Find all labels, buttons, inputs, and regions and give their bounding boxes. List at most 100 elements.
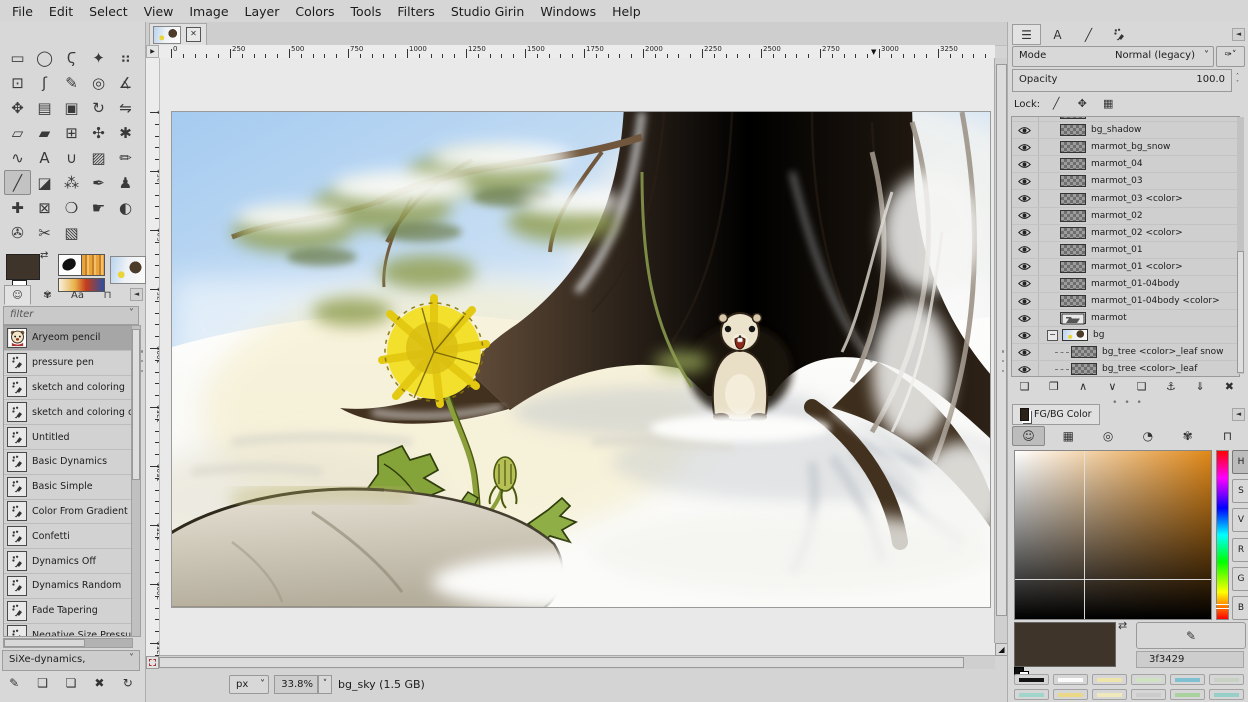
fg-bg-color-tab[interactable]: FG/BG Color: [1012, 404, 1100, 425]
history-color-swatch[interactable]: [1053, 674, 1088, 685]
visibility-eye-icon[interactable]: [1012, 122, 1039, 138]
lock-position-icon[interactable]: ✥: [1072, 96, 1092, 113]
zoom-dropdown-button[interactable]: ˅: [318, 675, 332, 694]
dynamics-item[interactable]: Fade Tapering: [4, 599, 131, 624]
foreground-swatch-large[interactable]: [1014, 622, 1116, 667]
edit-color-button[interactable]: ✎: [1136, 622, 1246, 649]
visibility-eye-icon[interactable]: [1012, 225, 1039, 241]
tool-free-select[interactable]: Ϛ: [58, 45, 85, 70]
dynamics-item[interactable]: Basic Dynamics: [4, 450, 131, 475]
channel-button-v[interactable]: V: [1232, 508, 1248, 532]
dynamics-item[interactable]: Basic Simple: [4, 475, 131, 500]
color-mode-tab-scales[interactable]: ⊓: [1211, 426, 1244, 446]
opacity-spinner[interactable]: ˄˅: [1232, 69, 1243, 90]
layer-row[interactable]: marmot_03: [1012, 173, 1239, 190]
channel-button-g[interactable]: G: [1232, 567, 1248, 591]
tool-perspective[interactable]: ▰: [31, 120, 58, 145]
dynamics-item[interactable]: Untitled: [4, 425, 131, 450]
layer-mode-select[interactable]: Mode Normal (legacy) ˅: [1012, 46, 1214, 67]
dynamics-item[interactable]: pressure pen: [4, 351, 131, 376]
right-splitter-handle[interactable]: [1001, 350, 1005, 372]
layer-row[interactable]: −bg: [1012, 327, 1239, 344]
right-dock-tab-layers[interactable]: ☰: [1012, 24, 1041, 45]
panel-menu-icon[interactable]: ◄: [130, 288, 143, 301]
tool-foreground-select[interactable]: ▧: [58, 220, 85, 245]
tool-perspective-clone[interactable]: ⊠: [31, 195, 58, 220]
group-expander-icon[interactable]: −: [1047, 330, 1058, 341]
merge-layer-button[interactable]: ⇓: [1188, 378, 1212, 395]
layer-row[interactable]: marmot_01-04body <color>: [1012, 293, 1239, 310]
dynamics-list[interactable]: Aryeom pencilpressure pensketch and colo…: [3, 325, 132, 637]
tool-cage-transform[interactable]: ✱: [112, 120, 139, 145]
tool-clone[interactable]: ♟: [112, 170, 139, 195]
visibility-eye-icon[interactable]: [1012, 327, 1039, 343]
visibility-eye-icon[interactable]: [1012, 310, 1039, 326]
new-layer-button[interactable]: ❑: [1013, 378, 1037, 395]
tool-rotate[interactable]: ↻: [85, 95, 112, 120]
left-splitter-handle[interactable]: [140, 350, 144, 372]
layer-row[interactable]: marmot_04: [1012, 156, 1239, 173]
left-dock-tab-brushes[interactable]: ☺: [4, 285, 31, 305]
layers-list[interactable]: bg_shadowmarmot_bg_snowmarmot_04marmot_0…: [1011, 116, 1240, 377]
right-dock-tab-dynamics[interactable]: [1105, 24, 1134, 45]
menu-filters[interactable]: Filters: [389, 2, 442, 21]
lock-alpha-icon[interactable]: ▦: [1098, 96, 1118, 113]
visibility-eye-icon[interactable]: [1012, 242, 1039, 258]
history-color-swatch[interactable]: [1014, 674, 1049, 685]
menu-help[interactable]: Help: [604, 2, 649, 21]
history-color-swatch[interactable]: [1131, 674, 1166, 685]
zoom-level-input[interactable]: 33.8%: [274, 675, 318, 694]
color-mode-tab-gimp[interactable]: ☺: [1012, 426, 1045, 446]
duplicate-layer-button[interactable]: ❏: [1130, 378, 1154, 395]
refresh-dynamics-button[interactable]: ↻: [117, 674, 139, 692]
layer-row[interactable]: marmot_01-04body: [1012, 276, 1239, 293]
channel-button-b[interactable]: B: [1232, 596, 1248, 620]
tool-ink[interactable]: ✒: [85, 170, 112, 195]
tool-smudge[interactable]: ☛: [85, 195, 112, 220]
history-color-swatch[interactable]: [1092, 674, 1127, 685]
tool-pencil[interactable]: ✏: [112, 145, 139, 170]
tool-paintbrush[interactable]: ╱: [4, 170, 31, 195]
hex-color-input[interactable]: 3f3429: [1136, 651, 1244, 668]
close-icon[interactable]: ✕: [186, 27, 201, 42]
menu-edit[interactable]: Edit: [41, 2, 81, 21]
layers-scrollbar[interactable]: [1237, 117, 1244, 374]
visibility-eye-icon[interactable]: [1012, 190, 1039, 206]
tool-eraser[interactable]: ◪: [31, 170, 58, 195]
menu-file[interactable]: File: [4, 2, 41, 21]
left-dock-tab-patterns[interactable]: ✾: [34, 285, 61, 305]
dynamics-item[interactable]: Negative Size Pressure: [4, 624, 131, 637]
unit-select[interactable]: px ˅: [229, 675, 269, 694]
canvas-painting[interactable]: [172, 112, 990, 607]
left-dock-tab-images[interactable]: ⊓: [94, 285, 121, 305]
raise-layer-button[interactable]: ∧: [1071, 378, 1095, 395]
layer-row[interactable]: bg_tree <color>_leaf: [1012, 361, 1239, 377]
tool-paths[interactable]: ʃ: [31, 70, 58, 95]
anchor-layer-button[interactable]: ⚓: [1159, 378, 1183, 395]
channel-button-s[interactable]: S: [1232, 479, 1248, 503]
tool-flip[interactable]: ⇋: [112, 95, 139, 120]
panel-menu-icon[interactable]: ◄: [1232, 408, 1245, 421]
visibility-eye-icon[interactable]: [1012, 276, 1039, 292]
tool-seamless-clone[interactable]: ✇: [4, 220, 31, 245]
right-dock-tab-brushes[interactable]: ╱: [1074, 24, 1103, 45]
tool-scissors-select[interactable]: ✂: [31, 220, 58, 245]
quick-mask-toggle[interactable]: [146, 656, 159, 669]
chevron-down-icon[interactable]: ˅: [129, 653, 134, 664]
color-mode-tab-palette[interactable]: ✾: [1171, 426, 1204, 446]
layer-row[interactable]: marmot: [1012, 310, 1239, 327]
layer-row[interactable]: marmot_01 <color>: [1012, 259, 1239, 276]
lower-layer-button[interactable]: ∨: [1100, 378, 1124, 395]
tool-airbrush[interactable]: ⁂: [58, 170, 85, 195]
new-dynamics-button[interactable]: ❑: [32, 674, 54, 692]
tool-gradient[interactable]: ▨: [85, 145, 112, 170]
menu-colors[interactable]: Colors: [287, 2, 342, 21]
active-image-thumbnail[interactable]: [110, 256, 146, 284]
visibility-eye-icon[interactable]: [1012, 208, 1039, 224]
history-color-swatch[interactable]: [1209, 674, 1244, 685]
dynamics-item[interactable]: Dynamics Off: [4, 549, 131, 574]
right-dock-tab-fonts[interactable]: A: [1043, 24, 1072, 45]
vertical-ruler[interactable]: 0250500750100012501500175020002250: [146, 58, 160, 656]
delete-layer-button[interactable]: ✖: [1217, 378, 1241, 395]
panel-menu-icon[interactable]: ◄: [1232, 28, 1245, 41]
